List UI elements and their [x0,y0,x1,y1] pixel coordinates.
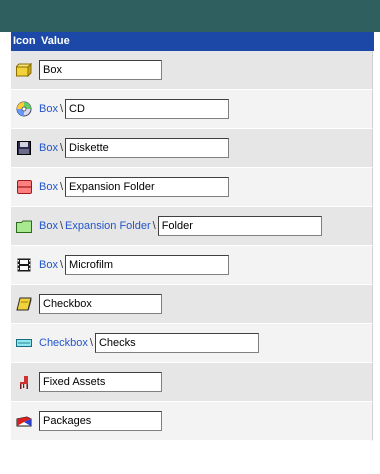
breadcrumb-link[interactable]: Box [39,103,58,115]
value-field[interactable]: CD [65,99,230,119]
table-row: Checkbox [11,285,373,324]
breadcrumb-link[interactable]: Box [39,259,58,271]
row-value-cell: Fixed Assets [39,363,162,401]
row-value-cell: Box \ Expansion Folder [39,168,230,206]
row-value-cell: Box \ CD [39,90,230,128]
value-field[interactable]: Packages [39,411,162,431]
breadcrumb-link[interactable]: Box [39,220,58,232]
icon-column-header: Icon [13,35,36,47]
row-value-cell: Checkbox [39,285,162,323]
microfilm-icon [11,246,37,284]
checks-icon [11,324,37,362]
table-row: Fixed Assets [11,363,373,402]
breadcrumb-link[interactable]: Expansion Folder [65,220,151,232]
table-row: Packages [11,402,373,441]
breadcrumb-link[interactable]: Checkbox [39,337,88,349]
value-field[interactable]: Expansion Folder [65,177,230,197]
container-types-table: Box Box \ CD Box \ Diskette Box \ Expans… [11,51,374,474]
checkbox-icon [11,285,37,323]
value-field[interactable]: Checks [94,333,259,353]
packages-icon [11,402,37,440]
table-row: Checkbox \ Checks [11,324,373,363]
table-row: Box \ CD [11,90,373,129]
folder-icon [11,207,37,245]
value-field[interactable]: Microfilm [65,255,230,275]
value-field[interactable]: Fixed Assets [39,372,162,392]
breadcrumb-link[interactable]: Box [39,142,58,154]
cd-icon [11,90,37,128]
table-row: Box \ Diskette [11,129,373,168]
diskette-icon [11,129,37,167]
top-bar [0,0,380,32]
value-column-header: Value [41,35,70,47]
fixed-assets-icon [11,363,37,401]
value-field[interactable]: Box [39,60,162,80]
table-row: Box \ Microfilm [11,246,373,285]
table-header: Icon Value [11,32,374,51]
table-row: Box \ Expansion Folder \ Folder [11,207,373,246]
expansion-folder-icon [11,168,37,206]
table-row: Box \ Expansion Folder [11,168,373,207]
row-value-cell: Box [39,51,162,89]
value-field[interactable]: Checkbox [39,294,162,314]
row-value-cell: Box \ Expansion Folder \ Folder [39,207,322,245]
row-value-cell: Box \ Microfilm [39,246,230,284]
box-icon [11,51,37,89]
row-value-cell: Box \ Diskette [39,129,230,167]
value-field[interactable]: Diskette [65,138,230,158]
value-field[interactable]: Folder [157,216,322,236]
row-value-cell: Packages [39,402,162,440]
breadcrumb-link[interactable]: Box [39,181,58,193]
table-row: Box [11,51,373,90]
row-value-cell: Checkbox \ Checks [39,324,259,362]
